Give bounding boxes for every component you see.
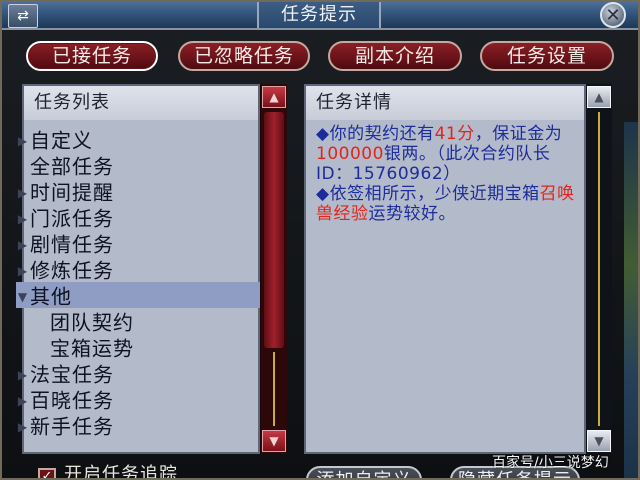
time-remaining: 41分 — [434, 124, 475, 144]
list-item[interactable]: ▶时间提醒 — [16, 178, 260, 205]
track-task-label: 开启任务追踪 — [64, 464, 178, 480]
task-detail-header: 任务详情 — [306, 86, 584, 120]
deposit-amount: 100000 — [316, 144, 384, 164]
scroll-track — [273, 352, 275, 426]
list-item[interactable]: ▶百晓任务 — [16, 386, 260, 413]
list-item[interactable]: 宝箱运势 — [16, 334, 260, 361]
task-window: ⇄ 任务提示 ✕ 已接任务 已忽略任务 副本介绍 任务设置 任务列表 ▶自定义 … — [0, 0, 640, 480]
window-title: 任务提示 — [257, 2, 381, 28]
triangle-right-icon: ▶ — [17, 367, 29, 382]
triangle-right-icon: ▶ — [17, 185, 29, 200]
task-detail-scrollbar[interactable]: ▲ ▼ — [586, 84, 612, 454]
scroll-down-icon[interactable]: ▼ — [262, 430, 286, 452]
bullet-icon: ◆ — [316, 124, 330, 144]
list-item[interactable]: ▶剧情任务 — [16, 230, 260, 257]
detail-paragraph-2: ◆依签相所示，少侠近期宝箱召唤兽经验运势较好。 — [316, 184, 575, 224]
task-list-scrollbar[interactable]: ▲ ▼ — [260, 84, 287, 454]
list-item[interactable]: ▶门派任务 — [16, 204, 260, 231]
add-custom-button[interactable]: 添加自定义 — [306, 466, 422, 478]
list-item[interactable]: ▶修炼任务 — [16, 256, 260, 283]
triangle-right-icon: ▶ — [17, 237, 29, 252]
scroll-up-icon[interactable]: ▲ — [262, 86, 286, 108]
triangle-down-icon: ▼ — [17, 289, 29, 304]
triangle-right-icon: ▶ — [17, 263, 29, 278]
swap-arrows-icon[interactable]: ⇄ — [8, 4, 38, 28]
task-list: ▶自定义 全部任务 ▶时间提醒 ▶门派任务 ▶剧情任务 ▶修炼任务 ▼其他 团队… — [16, 126, 260, 446]
tab-dungeon-intro[interactable]: 副本介绍 — [328, 41, 462, 71]
list-item[interactable]: ▶新手任务 — [16, 412, 260, 439]
triangle-right-icon: ▶ — [17, 419, 29, 434]
list-item-selected[interactable]: ▼其他 — [16, 282, 260, 309]
list-item[interactable]: 团队契约 — [16, 308, 260, 335]
close-icon[interactable]: ✕ — [600, 2, 626, 28]
tab-ignored[interactable]: 已忽略任务 — [178, 41, 310, 71]
list-item[interactable]: ▶法宝任务 — [16, 360, 260, 387]
tab-task-settings[interactable]: 任务设置 — [480, 41, 614, 71]
task-detail-text: ◆你的契约还有41分，保证金为100000银两。（此次合约队长ID：157609… — [316, 124, 584, 224]
detail-paragraph-1: ◆你的契约还有41分，保证金为100000银两。（此次合约队长ID：157609… — [316, 124, 563, 184]
triangle-right-icon: ▶ — [17, 393, 29, 408]
title-bar[interactable]: ⇄ 任务提示 ✕ — [2, 2, 638, 30]
scroll-up-icon[interactable]: ▲ — [587, 86, 611, 108]
list-item[interactable]: ▶自定义 — [16, 126, 260, 153]
bullet-icon: ◆ — [316, 184, 330, 204]
triangle-right-icon: ▶ — [17, 211, 29, 226]
list-item[interactable]: 全部任务 — [16, 152, 260, 179]
task-list-header: 任务列表 — [24, 86, 258, 120]
triangle-right-icon: ▶ — [17, 133, 29, 148]
scroll-track — [598, 112, 600, 426]
tab-accepted[interactable]: 已接任务 — [26, 41, 158, 71]
scroll-thumb[interactable] — [264, 112, 284, 348]
background-scene — [624, 122, 638, 478]
watermark: 百家号/小三说梦幻 — [492, 455, 609, 471]
track-task-checkbox[interactable]: ✓ — [38, 468, 56, 478]
scroll-down-icon[interactable]: ▼ — [587, 430, 611, 452]
